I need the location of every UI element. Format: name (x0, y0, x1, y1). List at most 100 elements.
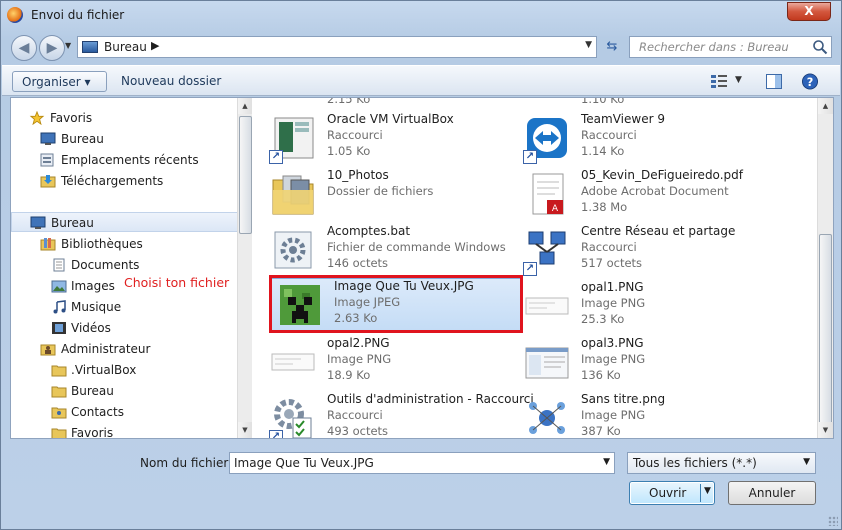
svg-text:?: ? (807, 75, 814, 89)
file-item-opal3[interactable]: opal3.PNG Image PNG 136 Ko (519, 336, 769, 390)
nav-item-bureau-root[interactable]: Bureau (11, 212, 239, 232)
file-size: 1.14 Ko (581, 144, 625, 158)
shortcut-arrow-icon: ↗ (523, 150, 537, 164)
downloads-icon (40, 175, 56, 188)
nav-item-libraries[interactable]: Bibliothèques (11, 234, 237, 254)
scroll-down-icon[interactable]: ▼ (818, 422, 833, 438)
resize-grip-icon[interactable] (828, 516, 838, 526)
file-name: 10_Photos (327, 168, 389, 182)
scroll-thumb[interactable] (239, 116, 252, 234)
open-dropdown-icon[interactable]: ▼ (704, 486, 711, 496)
filename-value: Image Que Tu Veux.JPG (234, 456, 374, 470)
nav-item-administrateur[interactable]: Administrateur (11, 339, 237, 359)
search-input[interactable]: Rechercher dans : Bureau (629, 36, 832, 58)
file-type: Raccourci (581, 128, 637, 142)
recent-pages-dropdown[interactable]: ▼ (65, 41, 75, 55)
file-size: 1.38 Mo (581, 200, 628, 214)
music-icon (53, 300, 66, 314)
annotation-hint: Choisi ton fichier (124, 275, 230, 290)
file-size: 136 Ko (581, 368, 621, 382)
nav-item-favoris[interactable]: Favoris (11, 108, 237, 128)
new-folder-button[interactable]: Nouveau dossier (112, 71, 230, 92)
file-item-oracle-vm[interactable]: ↗ Oracle VM VirtualBox Raccourci 1.05 Ko (265, 112, 515, 166)
nav-item-music[interactable]: Musique (11, 297, 237, 317)
breadcrumb-arrow-icon[interactable]: ▶ (151, 39, 159, 52)
nav-item-recent-places[interactable]: Emplacements récents (11, 150, 237, 170)
file-size: 493 octets (327, 424, 389, 438)
pdf-icon: A (532, 173, 564, 215)
file-pane-scrollbar[interactable]: ▲ ▼ (817, 98, 833, 438)
file-name: Oracle VM VirtualBox (327, 112, 454, 126)
file-type: Dossier de fichiers (327, 184, 434, 198)
scroll-down-icon[interactable]: ▼ (238, 422, 252, 438)
file-item-sans-titre[interactable]: Sans titre.png Image PNG 387 Ko (519, 392, 769, 438)
png-thumbnail-icon (529, 402, 565, 434)
chevron-down-icon[interactable]: ▼ (603, 457, 610, 467)
scroll-up-icon[interactable]: ▲ (818, 98, 833, 114)
file-item-opal1[interactable]: opal1.PNG Image PNG 25.3 Ko (519, 280, 769, 334)
refresh-button[interactable]: ⇆ (599, 36, 625, 58)
open-button[interactable]: Ouvrir ▼ (629, 481, 715, 505)
file-name: opal2.PNG (327, 336, 390, 350)
desktop-icon (40, 132, 56, 145)
file-size-partial-right: 1.10 Ko (581, 98, 625, 106)
nav-item-videos[interactable]: Vidéos (11, 318, 237, 338)
chevron-down-icon[interactable]: ▼ (803, 457, 810, 467)
close-button[interactable]: X (787, 2, 831, 21)
svg-text:A: A (552, 204, 559, 214)
nav-pane-scrollbar[interactable]: ▲ ▼ (237, 98, 252, 438)
split-divider (700, 484, 701, 502)
nav-item-bureau[interactable]: Bureau (11, 129, 237, 149)
view-dropdown-icon[interactable]: ▼ (735, 75, 742, 85)
scroll-up-icon[interactable]: ▲ (238, 98, 252, 114)
file-item-10-photos[interactable]: 10_Photos Dossier de fichiers (265, 168, 515, 222)
nav-item-virtualbox[interactable]: .VirtualBox (11, 360, 237, 380)
file-type: Fichier de commande Windows (327, 240, 506, 254)
file-item-opal2[interactable]: opal2.PNG Image PNG 18.9 Ko (265, 336, 515, 390)
search-icon[interactable] (812, 39, 828, 55)
file-type: Image PNG (581, 296, 646, 310)
file-type: Image PNG (581, 352, 646, 366)
file-item-teamviewer[interactable]: ↗ TeamViewer 9 Raccourci 1.14 Ko (519, 112, 769, 166)
back-button[interactable]: ◀ (11, 35, 37, 61)
folder-icon (51, 365, 67, 377)
forward-button[interactable]: ▶ (39, 35, 65, 61)
preview-pane-icon[interactable] (765, 73, 783, 90)
nav-item-downloads[interactable]: Téléchargements (11, 171, 237, 191)
png-thumbnail-icon (525, 297, 569, 315)
command-bar: Organiser ▾ Nouveau dossier ▼ ? (2, 65, 840, 96)
scroll-thumb[interactable] (819, 234, 832, 424)
png-thumbnail-icon (271, 353, 315, 371)
batch-file-icon (274, 231, 312, 269)
file-item-network-center[interactable]: ↗ Centre Réseau et partage Raccourci 517… (519, 224, 769, 278)
file-item-acomptes-bat[interactable]: Acomptes.bat Fichier de commande Windows… (265, 224, 515, 278)
file-item-pdf[interactable]: A 05_Kevin_DeFigueiredo.pdf Adobe Acroba… (519, 168, 769, 222)
address-dropdown-icon[interactable]: ▼ (585, 40, 592, 50)
breadcrumb-bureau[interactable]: Bureau (104, 40, 147, 54)
browser-body: Favoris Bureau Emplacements récents Télé… (10, 97, 834, 439)
nav-item-favoris-sub[interactable]: Favoris (11, 423, 237, 438)
nav-item-contacts[interactable]: Contacts (11, 402, 237, 422)
view-options-icon[interactable] (710, 73, 728, 90)
desktop-icon (82, 41, 98, 53)
file-name: TeamViewer 9 (581, 112, 665, 126)
folder-icon (51, 428, 67, 438)
cancel-button[interactable]: Annuler (728, 481, 816, 505)
file-item-admin-tools[interactable]: ↗ Outils d'administration - Raccourci Ra… (265, 392, 534, 438)
search-placeholder: Rechercher dans : Bureau (639, 40, 789, 54)
filename-field[interactable]: Image Que Tu Veux.JPG ▼ (229, 452, 615, 474)
png-thumbnail-icon (525, 347, 569, 379)
file-type-filter-value: Tous les fichiers (*.*) (633, 456, 757, 470)
open-button-label: Ouvrir (649, 486, 687, 500)
shortcut-arrow-icon: ↗ (523, 262, 537, 276)
file-type-filter-select[interactable]: Tous les fichiers (*.*) ▼ (627, 452, 816, 474)
help-icon[interactable]: ? (801, 73, 819, 90)
videos-icon (52, 322, 66, 334)
organiser-button[interactable]: Organiser ▾ (12, 71, 107, 92)
file-size: 18.9 Ko (327, 368, 371, 382)
shortcut-arrow-icon: ↗ (269, 150, 283, 164)
address-bar[interactable]: Bureau ▶ ▼ (77, 36, 597, 58)
nav-item-documents[interactable]: Documents (11, 255, 237, 275)
file-upload-dialog: Envoi du fichier X ◀ ▶ ▼ Bureau ▶ ▼ ⇆ Re… (0, 0, 842, 530)
nav-item-bureau-sub[interactable]: Bureau (11, 381, 237, 401)
